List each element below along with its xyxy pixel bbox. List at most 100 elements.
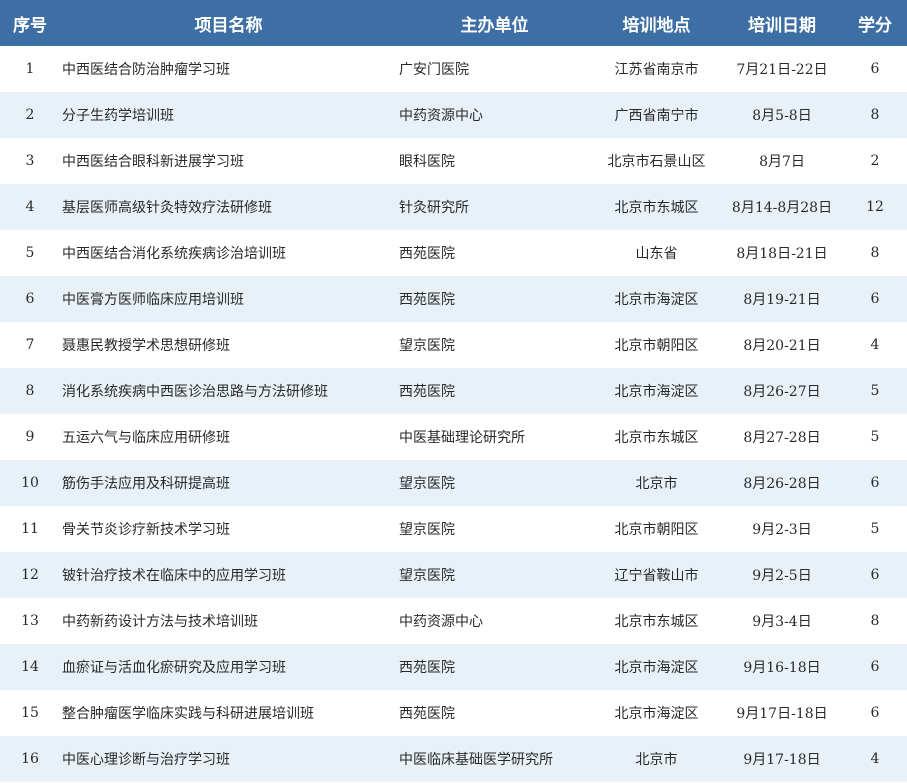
- cell-seq: 5: [25, 245, 35, 261]
- cell-location: 北京市东城区: [614, 430, 699, 446]
- header-name: 项目名称: [194, 15, 263, 36]
- cell-seq: 7: [25, 337, 35, 353]
- cell-org: 望京医院: [399, 338, 455, 354]
- cell-date: 8月5-8日: [752, 108, 812, 124]
- cell-location: 北京市东城区: [614, 200, 699, 216]
- cell-credit: 4: [870, 751, 880, 767]
- cell-credit: 4: [870, 337, 880, 353]
- cell-credit: 8: [870, 107, 880, 123]
- cell-location: 江苏省南京市: [614, 62, 699, 78]
- cell-org: 望京医院: [399, 476, 455, 492]
- cell-seq: 16: [21, 751, 39, 767]
- cell-date: 8月14-8月28日: [731, 200, 833, 216]
- cell-date: 8月19-21日: [743, 292, 821, 308]
- cell-location: 辽宁省鞍山市: [614, 568, 699, 584]
- table-row: 12 铍针治疗技术在临床中的应用学习班 望京医院 辽宁省鞍山市 9月2-5日 6: [0, 552, 907, 598]
- cell-credit: 8: [870, 245, 880, 261]
- cell-seq: 8: [25, 383, 35, 399]
- cell-date: 9月3-4日: [752, 614, 812, 630]
- cell-date: 8月26-28日: [743, 476, 821, 492]
- cell-credit: 5: [870, 521, 880, 537]
- cell-org: 中医临床基础医学研究所: [399, 752, 553, 768]
- cell-seq: 12: [21, 567, 39, 583]
- cell-location: 北京市石景山区: [607, 154, 706, 170]
- table-row: 1 中西医结合防治肿瘤学习班 广安门医院 江苏省南京市 7月21日-22日 6: [0, 46, 907, 92]
- cell-name: 中西医结合防治肿瘤学习班: [62, 62, 230, 78]
- cell-org: 针灸研究所: [399, 200, 469, 216]
- table-row: 7 聂惠民教授学术思想研修班 望京医院 北京市朝阳区 8月20-21日 4: [0, 322, 907, 368]
- cell-org: 西苑医院: [399, 706, 455, 722]
- cell-seq: 13: [21, 613, 39, 629]
- cell-name: 中西医结合眼科新进展学习班: [62, 154, 244, 170]
- table-row: 13 中药新药设计方法与技术培训班 中药资源中心 北京市东城区 9月3-4日 8: [0, 598, 907, 644]
- cell-org: 中药资源中心: [399, 108, 483, 124]
- table-header: 序号 项目名称 主办单位 培训地点 培训日期 学分: [0, 0, 907, 46]
- cell-seq: 2: [25, 107, 35, 123]
- cell-location: 广西省南宁市: [614, 108, 699, 124]
- cell-date: 8月27-28日: [743, 430, 821, 446]
- cell-seq: 11: [21, 521, 39, 537]
- cell-org: 眼科医院: [399, 154, 455, 170]
- cell-name: 基层医师高级针灸特效疗法研修班: [62, 200, 272, 216]
- cell-credit: 5: [870, 383, 880, 399]
- table-body: 1 中西医结合防治肿瘤学习班 广安门医院 江苏省南京市 7月21日-22日 6 2 分子生药学…: [0, 46, 907, 782]
- cell-org: 望京医院: [399, 568, 455, 584]
- header-credit: 学分: [858, 15, 892, 36]
- cell-location: 北京市朝阳区: [614, 338, 699, 354]
- cell-name: 中西医结合消化系统疾病诊治培训班: [62, 246, 286, 262]
- cell-date: 8月7日: [759, 154, 805, 170]
- cell-location: 北京市东城区: [614, 614, 699, 630]
- table-row: 9 五运六气与临床应用研修班 中医基础理论研究所 北京市东城区 8月27-28日 5: [0, 414, 907, 460]
- header-org: 主办单位: [460, 15, 529, 36]
- table-row: 5 中西医结合消化系统疾病诊治培训班 西苑医院 山东省 8月18日-21日 8: [0, 230, 907, 276]
- cell-location: 北京市海淀区: [614, 384, 699, 400]
- cell-credit: 6: [870, 705, 880, 721]
- cell-date: 9月17-18日: [743, 752, 821, 768]
- cell-date: 9月16-18日: [743, 660, 821, 676]
- cell-location: 北京市海淀区: [614, 660, 699, 676]
- table-row: 8 消化系统疾病中西医诊治思路与方法研修班 西苑医院 北京市海淀区 8月26-27日 5: [0, 368, 907, 414]
- cell-name: 骨关节炎诊疗新技术学习班: [62, 522, 230, 538]
- cell-seq: 4: [25, 199, 35, 215]
- header-seq: 序号: [13, 15, 47, 36]
- header-row: 序号 项目名称 主办单位 培训地点 培训日期 学分: [0, 0, 907, 46]
- cell-date: 8月26-27日: [743, 384, 821, 400]
- table-row: 10 筋伤手法应用及科研提高班 望京医院 北京市 8月26-28日 6: [0, 460, 907, 506]
- cell-date: 9月17日-18日: [736, 706, 828, 722]
- cell-seq: 10: [21, 475, 39, 491]
- cell-credit: 12: [866, 199, 884, 215]
- cell-org: 西苑医院: [399, 292, 455, 308]
- cell-location: 北京市: [635, 476, 678, 492]
- table-row: 15 整合肿瘤医学临床实践与科研进展培训班 西苑医院 北京市海淀区 9月17日-18日 6: [0, 690, 907, 736]
- cell-location: 山东省: [635, 246, 678, 262]
- table-row: 4 基层医师高级针灸特效疗法研修班 针灸研究所 北京市东城区 8月14-8月28日 12: [0, 184, 907, 230]
- header-date: 培训日期: [748, 15, 816, 36]
- cell-seq: 6: [25, 291, 35, 307]
- table-row: 16 中医心理诊断与治疗学习班 中医临床基础医学研究所 北京市 9月17-18日 4: [0, 736, 907, 782]
- cell-org: 中药资源中心: [399, 614, 483, 630]
- cell-name: 筋伤手法应用及科研提高班: [62, 476, 230, 492]
- table-row: 6 中医膏方医师临床应用培训班 西苑医院 北京市海淀区 8月19-21日 6: [0, 276, 907, 322]
- cell-org: 西苑医院: [399, 246, 455, 262]
- cell-org: 广安门医院: [399, 62, 469, 78]
- table-row: 11 骨关节炎诊疗新技术学习班 望京医院 北京市朝阳区 9月2-3日 5: [0, 506, 907, 552]
- cell-location: 北京市海淀区: [614, 706, 699, 722]
- cell-seq: 9: [25, 429, 35, 445]
- table-row: 14 血瘀证与活血化瘀研究及应用学习班 西苑医院 北京市海淀区 9月16-18日 6: [0, 644, 907, 690]
- cell-location: 北京市海淀区: [614, 292, 699, 308]
- cell-date: 9月2-5日: [752, 568, 812, 584]
- training-table: 序号 项目名称 主办单位 培训地点 培训日期 学分 1 中西医结合防治肿瘤学习班广…: [0, 0, 907, 782]
- table-row: 3 中西医结合眼科新进展学习班 眼科医院 北京市石景山区 8月7日 2: [0, 138, 907, 184]
- cell-org: 望京医院: [399, 522, 455, 538]
- cell-name: 五运六气与临床应用研修班: [62, 430, 230, 446]
- cell-credit: 6: [870, 659, 880, 675]
- cell-name: 消化系统疾病中西医诊治思路与方法研修班: [62, 384, 328, 400]
- cell-credit: 2: [870, 153, 880, 169]
- cell-date: 9月2-3日: [752, 522, 812, 538]
- cell-name: 中医心理诊断与治疗学习班: [62, 752, 230, 768]
- cell-credit: 6: [870, 61, 880, 77]
- cell-name: 铍针治疗技术在临床中的应用学习班: [62, 568, 286, 584]
- cell-credit: 5: [870, 429, 880, 445]
- cell-org: 西苑医院: [399, 660, 455, 676]
- header-location: 培训地点: [622, 15, 691, 36]
